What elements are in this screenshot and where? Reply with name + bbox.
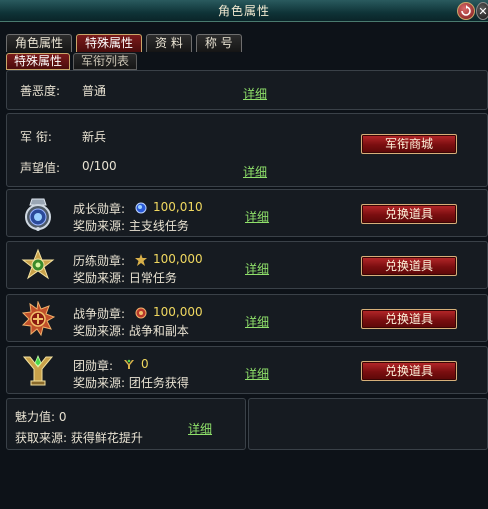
medal-count: 0	[141, 357, 149, 371]
exchange-button[interactable]: 兑换道具	[361, 204, 457, 224]
exchange-button[interactable]: 兑换道具	[361, 309, 457, 329]
tab-profile[interactable]: 资 料	[146, 34, 192, 52]
sub-tabs: 特殊属性 军衔列表	[6, 53, 138, 70]
medal-row-growth: 成长勋章: 100,010 奖励来源: 主支线任务 详细 兑换道具	[6, 189, 488, 237]
subtab-special-attributes[interactable]: 特殊属性	[6, 53, 71, 70]
red-emblem-icon	[135, 307, 147, 319]
tab-character-attributes[interactable]: 角色属性	[6, 34, 73, 52]
fame-value: 0/100	[82, 159, 117, 173]
main-tabs: 角色属性 特殊属性 资 料 称 号	[6, 34, 242, 52]
gold-star-icon	[135, 254, 147, 266]
karma-panel: 善恶度: 普通 详细	[6, 70, 488, 110]
karma-detail-link[interactable]: 详细	[243, 85, 267, 102]
medal-row-war: 战争勋章: 100,000 奖励来源: 战争和副本 详细 兑换道具	[6, 294, 488, 342]
medal-detail-link[interactable]: 详细	[245, 365, 269, 382]
medal-source: 奖励来源: 主支线任务	[73, 219, 189, 233]
tab-titles[interactable]: 称 号	[195, 34, 242, 52]
karma-label: 善恶度:	[20, 84, 61, 98]
tab-special-attributes[interactable]: 特殊属性	[76, 34, 143, 52]
window-title: 角色属性	[217, 4, 270, 18]
rank-shop-button[interactable]: 军衔商城	[361, 134, 457, 154]
charm-panel: 魅力值: 0 获取来源: 获得鲜花提升 详细	[6, 398, 246, 450]
exchange-button[interactable]: 兑换道具	[361, 361, 457, 381]
rank-detail-link[interactable]: 详细	[243, 163, 267, 180]
blue-gem-icon	[135, 202, 147, 214]
medal-name: 团勋章:	[73, 359, 114, 373]
medal-row-experience: 历练勋章: 100,000 奖励来源: 日常任务 详细 兑换道具	[6, 241, 488, 289]
medal-detail-link[interactable]: 详细	[245, 208, 269, 225]
medal-detail-link[interactable]: 详细	[245, 313, 269, 330]
rank-panel: 军 衔: 新兵 声望值: 0/100 详细 军衔商城	[6, 113, 488, 187]
medal-detail-link[interactable]: 详细	[245, 260, 269, 277]
medal-source: 奖励来源: 团任务获得	[73, 376, 189, 390]
team-medal-icon	[20, 353, 56, 389]
window-titlebar: 角色属性 ✕	[0, 0, 488, 22]
subtab-rank-list[interactable]: 军衔列表	[73, 53, 138, 70]
rank-label: 军 衔:	[20, 130, 52, 144]
medal-name: 历练勋章:	[73, 254, 126, 268]
medal-name: 战争勋章:	[73, 307, 126, 321]
experience-medal-icon	[20, 248, 56, 284]
charm-source: 获取来源: 获得鲜花提升	[15, 431, 143, 445]
charm-label: 魅力值: 0	[15, 410, 67, 424]
medal-row-team: 团勋章: 0 奖励来源: 团任务获得 详细 兑换道具	[6, 346, 488, 394]
exchange-button[interactable]: 兑换道具	[361, 256, 457, 276]
team-trophy-icon	[123, 359, 135, 371]
fame-label: 声望值:	[20, 161, 61, 175]
medal-count: 100,000	[153, 305, 203, 319]
medal-count: 100,000	[153, 252, 203, 266]
minimize-icon[interactable]	[457, 2, 475, 20]
empty-panel	[248, 398, 488, 450]
medal-source: 奖励来源: 日常任务	[73, 271, 177, 285]
growth-medal-icon	[20, 196, 56, 232]
medal-source: 奖励来源: 战争和副本	[73, 324, 189, 338]
medal-count: 100,010	[153, 200, 203, 214]
rank-value: 新兵	[82, 130, 107, 144]
karma-value: 普通	[82, 84, 107, 98]
war-medal-icon	[20, 300, 56, 337]
close-icon[interactable]: ✕	[476, 2, 488, 20]
charm-detail-link[interactable]: 详细	[188, 420, 212, 437]
medal-name: 成长勋章:	[73, 202, 126, 216]
